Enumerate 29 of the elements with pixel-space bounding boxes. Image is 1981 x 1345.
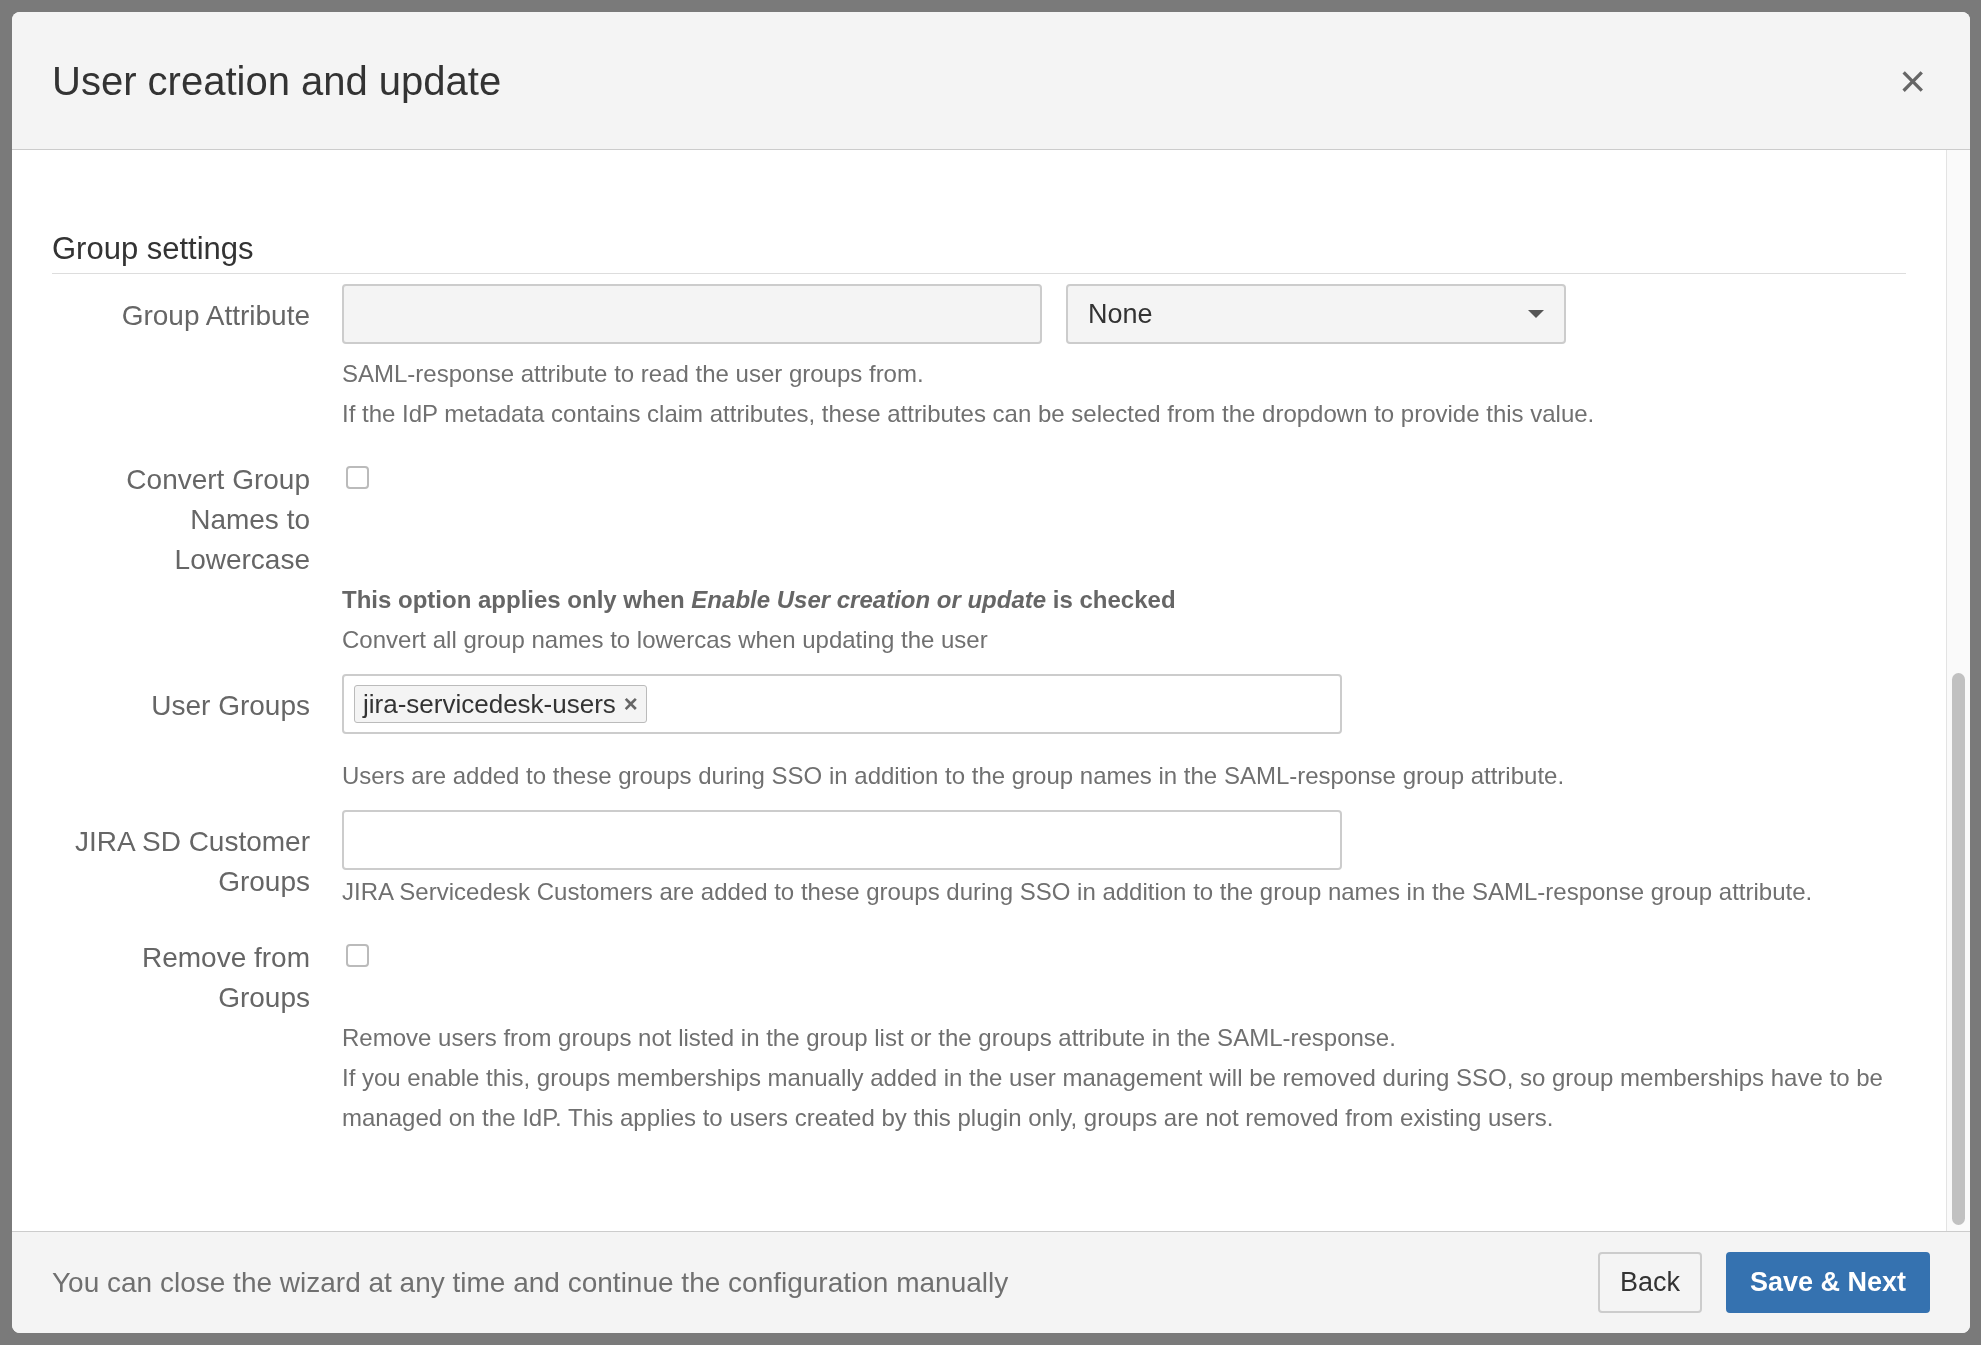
dialog-title: User creation and update — [52, 57, 502, 105]
footer-note: You can close the wizard at any time and continue the configuration manually — [52, 1265, 1009, 1300]
close-button[interactable]: × — [1895, 57, 1930, 104]
field-label: Convert Group Names to Lowercase — [125, 463, 310, 578]
caret-icon — [1528, 310, 1544, 319]
text-field[interactable] — [342, 284, 1042, 345]
help-text: Remove users from groups not listed in the group list or the groups attribute in the SAML-response. — [342, 1023, 1397, 1054]
help-text: SAML-response attribute to read the user groups from. — [342, 359, 925, 390]
help-text: JIRA Servicedesk Customers are added to these groups during SSO in addition to the group names in the SAML-response group attribute. — [342, 877, 1814, 908]
tag-input-field[interactable]: jira-servicedesk-users × — [342, 674, 1342, 735]
help-text: If the IdP metadata contains claim attributes, these attributes can be selected from the dropdown to provide this value. — [342, 399, 1596, 430]
save-next-button[interactable]: Save & Next — [1725, 1252, 1930, 1313]
scrollbar[interactable] — [1946, 150, 1970, 1231]
help-text: If you enable this, groups memberships manually added in the user management will be removed during SSO, so group memberships have to be managed on the IdP. This applies to users created by this plugin only, groups are not removed from existing users. — [342, 1063, 1884, 1134]
help-text: This option applies only when Enable User creation or update is checked — [342, 585, 1177, 616]
field-label: Group Attribute — [120, 299, 310, 334]
field-label: User Groups — [150, 689, 310, 724]
back-button[interactable]: Back — [1597, 1252, 1702, 1313]
field-label: JIRA SD Customer Groups — [74, 825, 310, 900]
field-label: Remove from Groups — [140, 941, 310, 1016]
checkbox[interactable] — [346, 466, 369, 490]
checkbox[interactable] — [346, 944, 369, 968]
select-dropdown[interactable]: None — [1066, 284, 1566, 345]
help-text: Users are added to these groups during SSO in addition to the group names in the SAML-response group attribute. — [342, 761, 1566, 792]
tag: jira-servicedesk-users × — [354, 685, 647, 724]
help-text: Convert all group names to lowercas when updating the user — [342, 625, 989, 656]
section-title: Group settings — [52, 230, 1906, 275]
remove-tag-button[interactable]: × — [623, 686, 638, 723]
tag-input-field[interactable] — [342, 810, 1342, 871]
